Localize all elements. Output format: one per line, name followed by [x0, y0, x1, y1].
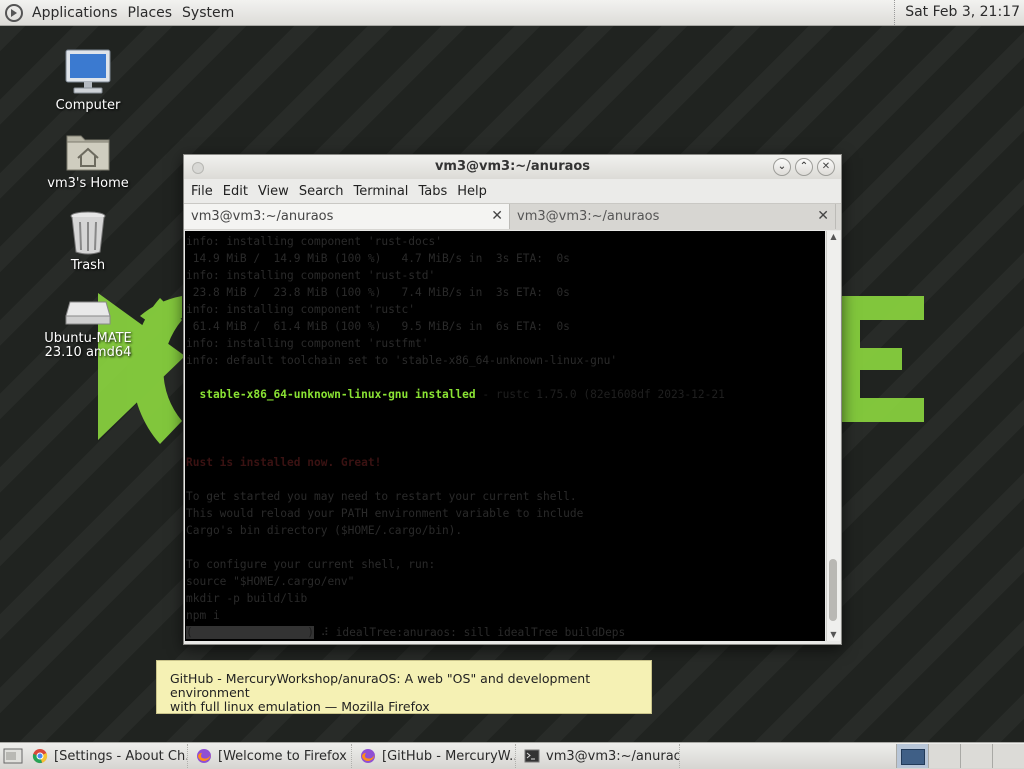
home-folder-icon [66, 135, 110, 171]
terminal-line: To configure your current shell, run: [186, 558, 436, 571]
terminal-line: info: default toolchain set to 'stable-x… [186, 354, 618, 367]
top-panel: Applications Places System Sat Feb 3, 21… [0, 0, 1024, 26]
progress-status: ⠼ idealTree:anuraos: sill idealTree buil… [313, 626, 626, 639]
desktop-icon-label: Ubuntu-MATE 23.10 amd64 [44, 331, 132, 360]
places-menu[interactable]: Places [123, 5, 178, 21]
window-title: vm3@vm3:~/anuraos [434, 159, 591, 174]
menu-terminal[interactable]: Terminal [348, 184, 413, 199]
close-icon[interactable]: ✕ [817, 158, 835, 176]
terminal-line: To get started you may need to restart y… [186, 490, 577, 503]
taskbar-item-settings[interactable]: [Settings - About Ch... [28, 744, 188, 768]
bottom-panel: [Settings - About Ch... [Welcome to Fire… [0, 742, 1024, 769]
terminal-line: npm i [186, 609, 220, 622]
workspace-4[interactable] [992, 744, 1024, 768]
terminal-line: info: installing component 'rustfmt' [186, 337, 429, 350]
menu-file[interactable]: File [186, 184, 218, 199]
desktop-icon-home[interactable]: vm3's Home [33, 128, 143, 191]
desktop-icon-label: vm3's Home [47, 176, 129, 191]
workspace-2[interactable] [928, 744, 960, 768]
firefox-icon [361, 749, 375, 763]
minimize-icon[interactable]: ⌄ [773, 158, 791, 176]
scrollbar-thumb[interactable] [829, 559, 837, 621]
terminal-line: info: installing component 'rustc' [186, 303, 416, 316]
maximize-icon[interactable]: ⌃ [795, 158, 813, 176]
applications-menu[interactable]: Applications [27, 5, 123, 21]
clock[interactable]: Sat Feb 3, 21:17 [894, 0, 1020, 25]
terminal-line: ( ) ⠼ idealTree:anuraos: sill idealTree … [186, 626, 625, 639]
desktop-icon-label: Trash [70, 258, 106, 273]
desktop-icon-ubuntu-mate-drive[interactable]: Ubuntu-MATE 23.10 amd64 [33, 296, 143, 360]
desktop-icon-label: Computer [55, 98, 121, 113]
terminal-menubar: File Edit View Search Terminal Tabs Help [184, 179, 841, 203]
terminal-success-text: stable-x86_64-unknown-linux-gnu installe… [186, 388, 476, 401]
terminal-line: source "$HOME/.cargo/env" [186, 575, 355, 588]
menu-view[interactable]: View [253, 184, 294, 199]
terminal-text: info: installing component 'rust-docs' 1… [185, 231, 825, 641]
taskbar-item-firefox-welcome[interactable]: [Welcome to Firefox ... [192, 744, 352, 768]
tab-close-icon[interactable]: ✕ [491, 204, 503, 229]
drive-icon [65, 301, 111, 325]
tab-terminal-1[interactable]: vm3@vm3:~/anuraos ✕ [184, 204, 510, 229]
window-titlebar[interactable]: vm3@vm3:~/anuraos ⌄ ⌃ ✕ [184, 155, 841, 179]
taskbar-item-terminal[interactable]: vm3@vm3:~/anuraos [520, 744, 680, 768]
terminal-line: mkdir -p build/lib [186, 592, 308, 605]
terminal-line: Rust is installed now. Great! [186, 456, 382, 469]
terminal-line: 61.4 MiB / 61.4 MiB (100 %) 9.5 MiB/s in… [186, 320, 570, 333]
tab-label: vm3@vm3:~/anuraos [191, 209, 334, 224]
scroll-down-icon[interactable]: ▼ [827, 629, 840, 641]
workspace-3[interactable] [960, 744, 992, 768]
terminal-line: info: installing component 'rust-docs' [186, 235, 442, 248]
terminal-version-text: - rustc 1.75.0 (82e1608df 2023-12-21 [475, 388, 725, 401]
workspace-window-preview [900, 749, 925, 765]
trash-icon [70, 211, 106, 255]
mate-menu-icon[interactable] [5, 3, 23, 22]
terminal-scrollbar[interactable]: ▲ ▼ [826, 231, 840, 641]
taskbar-tooltip: GitHub - MercuryWorkshop/anuraOS: A web … [156, 660, 652, 714]
tab-close-icon[interactable]: ✕ [817, 204, 829, 229]
desktop-icon-trash[interactable]: Trash [33, 210, 143, 273]
chrome-icon [32, 749, 48, 764]
scroll-up-icon[interactable]: ▲ [827, 231, 840, 243]
terminal-icon [524, 749, 540, 763]
taskbar-item-label: [Welcome to Firefox ... [218, 748, 352, 764]
workspace-switcher [896, 743, 1024, 769]
system-menu[interactable]: System [177, 5, 239, 21]
terminal-window[interactable]: vm3@vm3:~/anuraos ⌄ ⌃ ✕ File Edit View S… [183, 154, 842, 645]
taskbar-item-github[interactable]: [GitHub - MercuryW... [356, 744, 516, 768]
terminal-line: 14.9 MiB / 14.9 MiB (100 %) 4.7 MiB/s in… [186, 252, 570, 265]
window-menu-icon[interactable] [192, 162, 204, 174]
desktop-icon-computer[interactable]: Computer [33, 48, 143, 113]
tooltip-line-2: with full linux emulation — Mozilla Fire… [170, 699, 430, 714]
computer-icon [65, 49, 111, 94]
tab-label: vm3@vm3:~/anuraos [517, 209, 660, 224]
workspace-1[interactable] [896, 744, 928, 768]
terminal-line: Cargo's bin directory ($HOME/.cargo/bin)… [186, 524, 463, 537]
terminal-line: 23.8 MiB / 23.8 MiB (100 %) 7.4 MiB/s in… [186, 286, 570, 299]
firefox-icon [197, 749, 211, 763]
progress-bar: ( ) [186, 626, 314, 639]
menu-search[interactable]: Search [294, 184, 349, 199]
menu-edit[interactable]: Edit [218, 184, 253, 199]
show-desktop-icon[interactable] [2, 746, 24, 766]
taskbar-item-label: vm3@vm3:~/anuraos [546, 748, 680, 764]
tab-terminal-2[interactable]: vm3@vm3:~/anuraos ✕ [510, 204, 836, 229]
menu-tabs[interactable]: Tabs [413, 184, 452, 199]
tooltip-line-1: GitHub - MercuryWorkshop/anuraOS: A web … [170, 671, 591, 700]
terminal-line: info: installing component 'rust-std' [186, 269, 436, 282]
taskbar-item-label: [GitHub - MercuryW... [382, 748, 516, 764]
menu-help[interactable]: Help [452, 184, 492, 199]
taskbar-item-label: [Settings - About Ch... [54, 748, 188, 764]
terminal-output[interactable]: info: installing component 'rust-docs' 1… [185, 231, 825, 641]
terminal-tabbar: vm3@vm3:~/anuraos ✕ vm3@vm3:~/anuraos ✕ [184, 203, 841, 230]
terminal-line: This would reload your PATH environment … [186, 507, 584, 520]
terminal-line: stable-x86_64-unknown-linux-gnu installe… [186, 388, 725, 401]
